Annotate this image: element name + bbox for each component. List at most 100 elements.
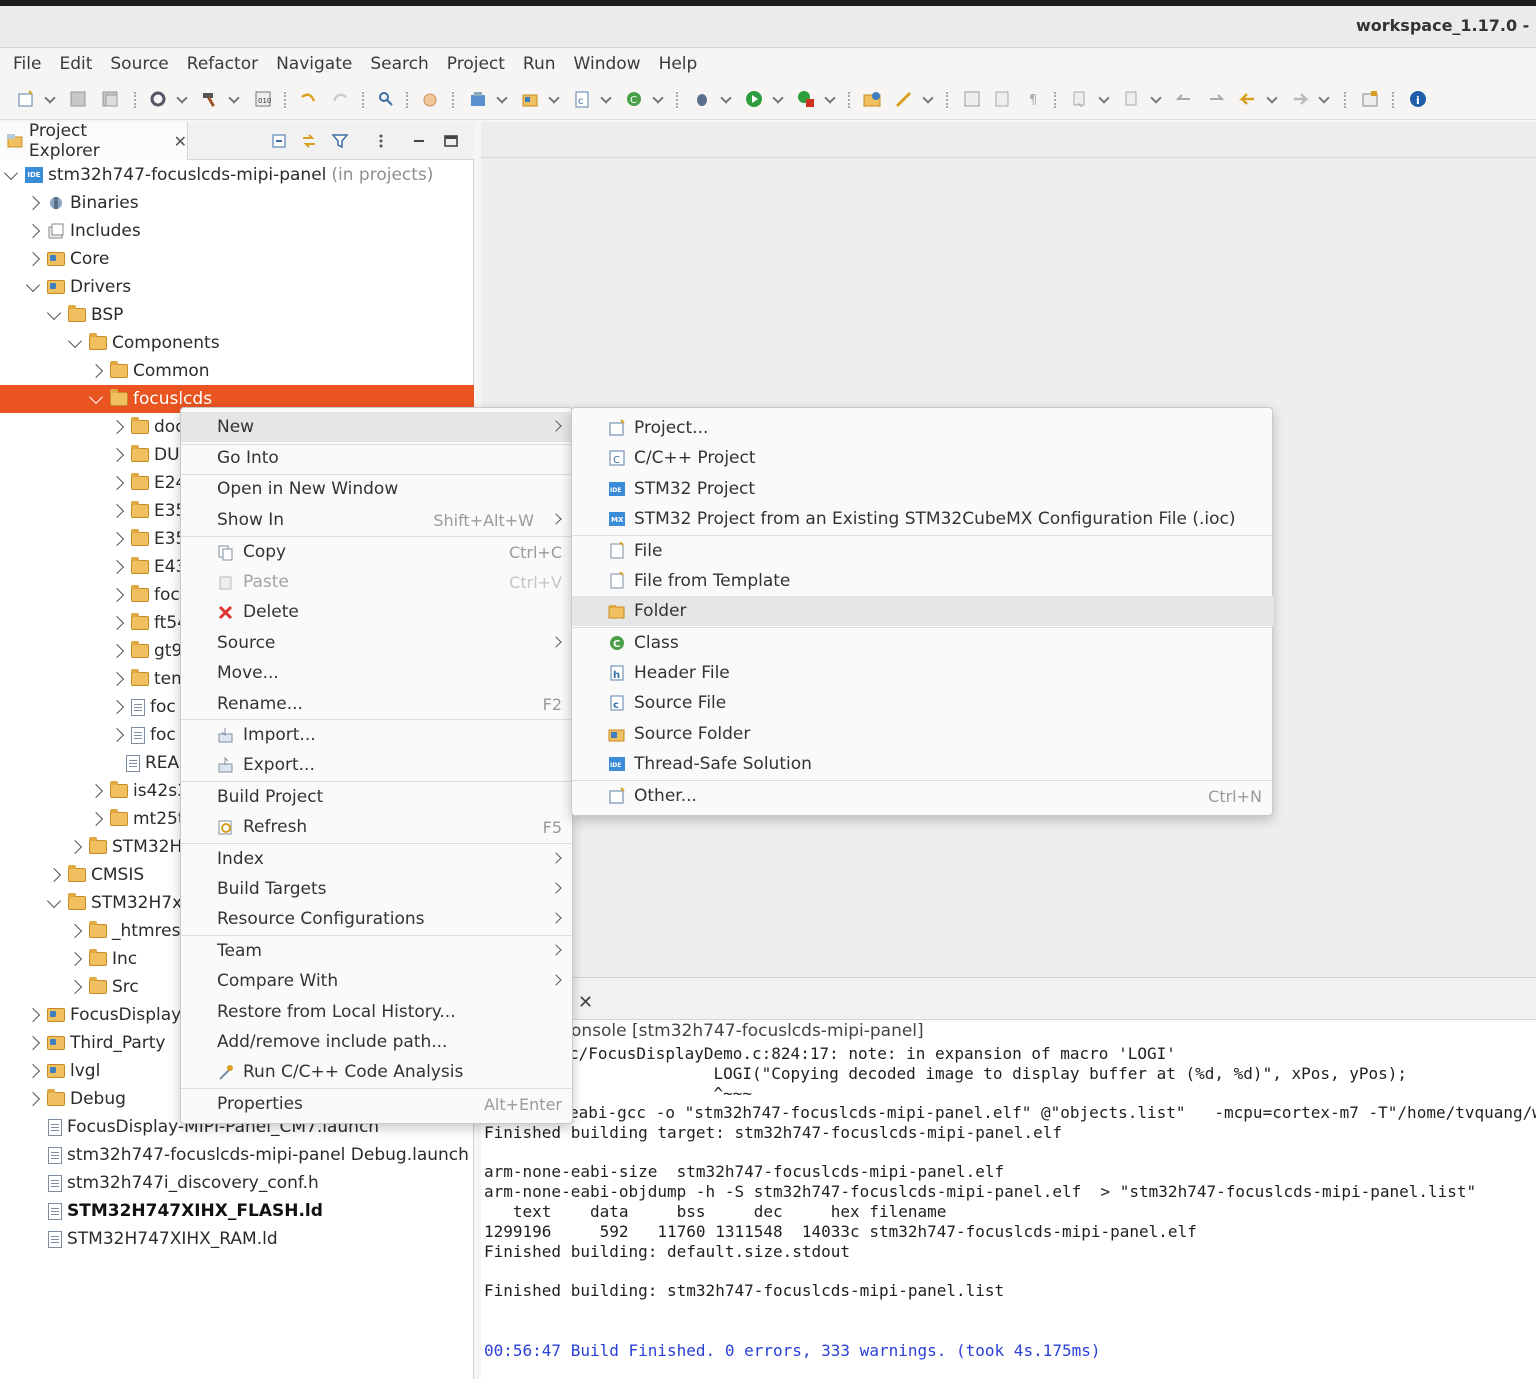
chevron-right-icon[interactable] (25, 1007, 41, 1023)
tree-item-foc-c-file[interactable]: foc (109, 693, 176, 721)
forward-edit-icon[interactable] (1206, 89, 1226, 109)
chevron-right-icon[interactable] (25, 251, 41, 267)
chevron-right-icon[interactable] (67, 923, 83, 939)
link-editor-icon[interactable] (300, 132, 318, 150)
chevron-right-icon[interactable] (109, 447, 125, 463)
submenu-item-stm32-from-ioc[interactable]: MX STM32 Project from an Existing STM32Cu… (572, 504, 1274, 534)
last-edit-icon[interactable] (1174, 89, 1194, 109)
menu-navigate[interactable]: Navigate (267, 54, 361, 74)
toggle-mark-icon[interactable] (992, 89, 1012, 109)
tree-item-common[interactable]: Common (88, 357, 210, 385)
submenu-item-source-folder[interactable]: Source Folder (572, 719, 1274, 749)
menu-item-team[interactable]: Team (181, 936, 574, 966)
menu-item-code-analysis[interactable]: Run C/C++ Code Analysis (181, 1057, 574, 1087)
forward-dropdown-icon[interactable] (1318, 92, 1330, 104)
menu-refactor[interactable]: Refactor (178, 54, 267, 74)
chevron-right-icon[interactable] (109, 699, 125, 715)
filter-icon[interactable] (331, 132, 349, 150)
tree-item-components[interactable]: Components (67, 329, 220, 357)
menu-item-import[interactable]: Import... (181, 720, 574, 750)
tree-item-cmsis[interactable]: CMSIS (46, 861, 144, 889)
new-class-dropdown-icon[interactable] (652, 92, 664, 104)
save-icon[interactable] (68, 89, 88, 109)
tree-item-debug[interactable]: Debug (25, 1085, 126, 1113)
tree-item-readme[interactable]: REA (126, 749, 179, 777)
tree-item-dui[interactable]: DUI (109, 441, 185, 469)
debug-icon[interactable] (692, 89, 712, 109)
menu-item-go-into[interactable]: Go Into (181, 443, 574, 473)
run-icon[interactable] (744, 89, 764, 109)
hand-icon[interactable] (420, 89, 440, 109)
tree-item-binaries[interactable]: Binaries (25, 189, 139, 217)
maximize-icon[interactable] (442, 132, 460, 150)
tree-item-foc-h-file[interactable]: foc (109, 721, 176, 749)
menu-run[interactable]: Run (514, 54, 565, 74)
new-dropdown-icon[interactable] (44, 92, 56, 104)
menu-item-delete[interactable]: Delete (181, 597, 574, 627)
submenu-item-file[interactable]: File (572, 536, 1274, 566)
next-annotation-icon[interactable] (1070, 89, 1090, 109)
source-folder-dropdown-icon[interactable] (548, 92, 560, 104)
chevron-right-icon[interactable] (88, 783, 104, 799)
tree-item-foc-folder[interactable]: foc (109, 581, 180, 609)
new-source-file-dropdown-icon[interactable] (600, 92, 612, 104)
submenu-item-cpp-project[interactable]: C C/C++ Project (572, 443, 1274, 473)
chevron-right-icon[interactable] (88, 811, 104, 827)
chevron-right-icon[interactable] (109, 671, 125, 687)
chevron-right-icon[interactable] (25, 223, 41, 239)
chevron-right-icon[interactable] (109, 727, 125, 743)
back-dropdown-icon[interactable] (1266, 92, 1278, 104)
open-folder-icon[interactable] (862, 89, 882, 109)
new-class-icon[interactable]: C (624, 89, 644, 109)
submenu-item-file-template[interactable]: File from Template (572, 566, 1274, 596)
tree-item-doc[interactable]: doc (109, 413, 185, 441)
tree-item-e35b[interactable]: E35 (109, 525, 186, 553)
back-icon[interactable] (1238, 89, 1258, 109)
menu-item-build-project[interactable]: Build Project (181, 782, 574, 812)
search-icon[interactable] (376, 89, 396, 109)
chevron-right-icon[interactable] (109, 531, 125, 547)
tree-item-stm32h7[interactable]: STM32H7 (67, 833, 193, 861)
launch-icon[interactable] (894, 89, 914, 109)
tree-item-e43[interactable]: E43 (109, 553, 186, 581)
tree-item-e35[interactable]: E35 (109, 497, 186, 525)
external-tools-icon[interactable] (796, 89, 816, 109)
submenu-item-project[interactable]: Project... (572, 413, 1274, 443)
tree-item-drivers[interactable]: Drivers (25, 273, 131, 301)
chevron-right-icon[interactable] (109, 615, 125, 631)
submenu-item-source-file[interactable]: c Source File (572, 688, 1274, 718)
close-icon[interactable]: ✕ (174, 132, 187, 151)
submenu-item-thread-safe[interactable]: IDE Thread-Safe Solution (572, 749, 1274, 779)
chevron-right-icon[interactable] (67, 951, 83, 967)
save-all-icon[interactable] (100, 89, 120, 109)
collapse-all-icon[interactable] (270, 132, 288, 150)
tree-item-bsp[interactable]: BSP (46, 301, 123, 329)
chevron-right-icon[interactable] (109, 643, 125, 659)
chevron-right-icon[interactable] (25, 1091, 41, 1107)
minimize-icon[interactable] (410, 132, 428, 150)
menu-item-restore-history[interactable]: Restore from Local History... (181, 997, 574, 1027)
menu-item-rename[interactable]: Rename... F2 (181, 689, 574, 719)
debug-dropdown-icon[interactable] (720, 92, 732, 104)
pilcrow-icon[interactable]: ¶ (1024, 89, 1044, 109)
menu-item-compare-with[interactable]: Compare With (181, 966, 574, 996)
tree-item-ft54[interactable]: ft54 (109, 609, 188, 637)
close-icon[interactable]: ✕ (578, 992, 593, 1013)
forward-icon[interactable] (1290, 89, 1310, 109)
tree-item-includes[interactable]: Includes (25, 217, 141, 245)
next-annotation-dropdown-icon[interactable] (1098, 92, 1110, 104)
prev-annotation-icon[interactable] (1122, 89, 1142, 109)
tree-item-discovery-conf[interactable]: stm32h747i_discovery_conf.h (48, 1169, 319, 1197)
chevron-right-icon[interactable] (88, 363, 104, 379)
tab-project-explorer[interactable]: Project Explorer ✕ (0, 121, 188, 161)
menu-item-build-targets[interactable]: Build Targets (181, 874, 574, 904)
settings-icon[interactable] (148, 89, 168, 109)
open-perspective-icon[interactable] (1360, 89, 1380, 109)
menu-item-add-remove-include[interactable]: Add/remove include path... (181, 1027, 574, 1057)
build-dropdown-icon[interactable] (228, 92, 240, 104)
submenu-item-header-file[interactable]: h Header File (572, 658, 1274, 688)
binary-icon[interactable]: 010 (253, 89, 273, 109)
tree-item-is42s3[interactable]: is42s3 (88, 777, 188, 805)
tree-item-core[interactable]: Core (25, 245, 109, 273)
menu-item-resource-configurations[interactable]: Resource Configurations (181, 904, 574, 934)
